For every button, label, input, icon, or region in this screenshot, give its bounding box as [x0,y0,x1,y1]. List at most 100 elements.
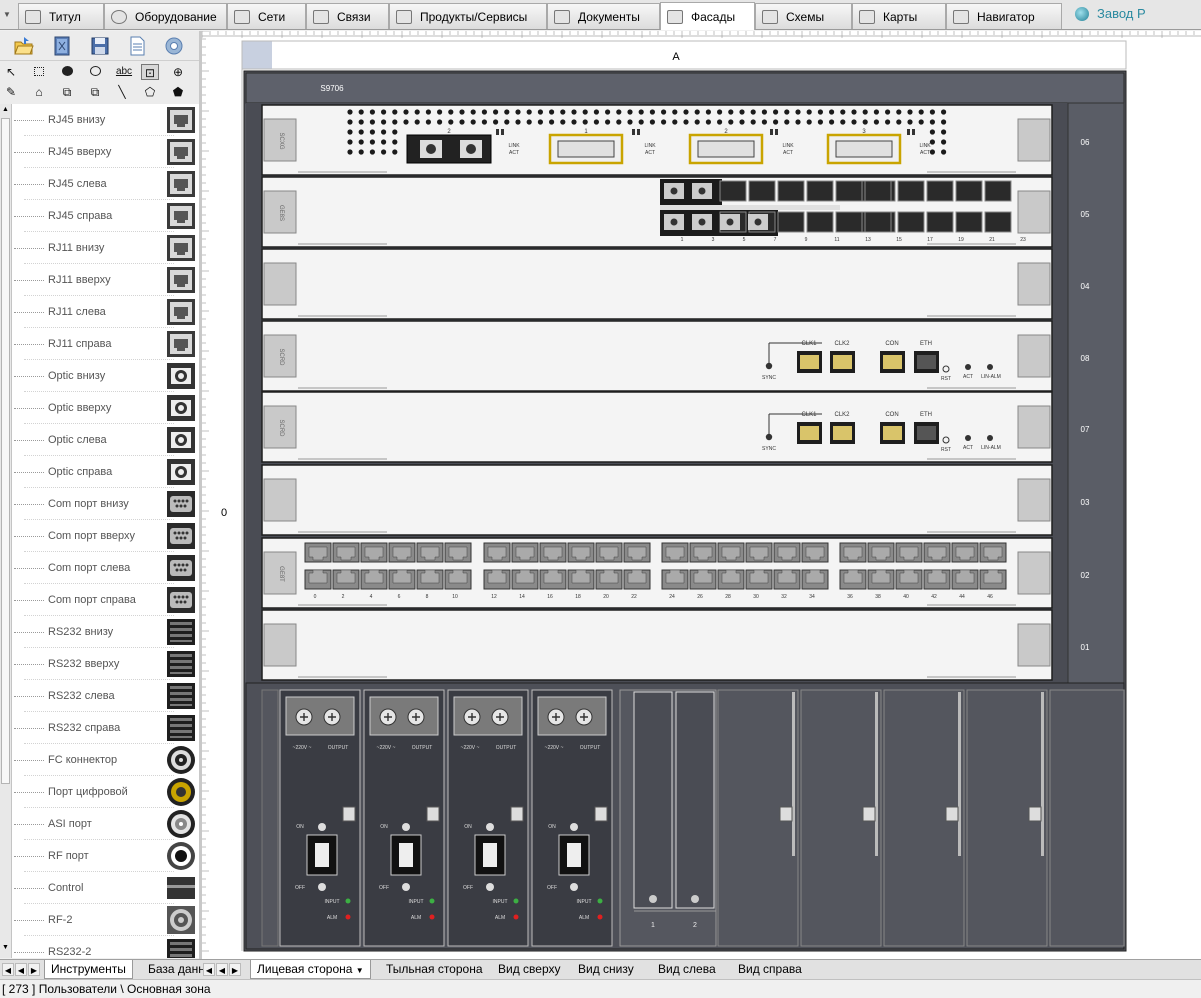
zoom-area-icon[interactable]: ⊡ [141,64,159,80]
palette-item[interactable]: RJ45 вверху [12,136,201,168]
sfp-port[interactable] [984,180,1012,202]
sfp-port[interactable] [955,211,983,233]
line-icon[interactable]: ╲ [113,84,131,100]
palette-item[interactable]: RJ45 справа [12,200,201,232]
book-icon[interactable] [52,36,72,56]
psu-module[interactable]: ~220V ~ OUTPUT ON OFF INPUT ALM [363,689,445,947]
palette-item[interactable]: RS232 слева [12,680,201,712]
sfp-port[interactable] [926,180,954,202]
rs-connector-icon[interactable] [165,617,197,647]
sfp-port[interactable] [806,211,834,233]
palette-item[interactable]: RF-2 [12,904,201,936]
sfp-port[interactable] [926,211,954,233]
tab-schemes[interactable]: Схемы [755,3,852,29]
group-icon[interactable]: ⧉ [58,84,76,100]
slot-02[interactable]: 02GE8T0 2 4 6 8 10 12 14 16 18 20 22 24 26 28 30 32 34 36 3… [261,537,1090,609]
blank-psu-bay[interactable] [966,689,1048,947]
tab-networks[interactable]: Сети [227,3,306,29]
tab-bottom-view[interactable]: Вид снизу [572,960,640,979]
com-connector-icon[interactable] [165,489,197,519]
dropdown-arrow-icon[interactable]: ▼ [3,10,11,19]
prev-tab-arrow[interactable]: ◀ [15,963,27,976]
sfp-port[interactable] [864,211,892,233]
rf2-connector-icon[interactable] [165,905,197,935]
palette-item[interactable]: Optic справа [12,456,201,488]
filled-polygon-icon[interactable]: ⬟ [169,84,187,100]
sfp-port[interactable] [835,211,863,233]
fan-module[interactable]: 1 [633,691,673,929]
sfp-port[interactable] [777,180,805,202]
rj-connector-icon[interactable] [165,105,197,135]
blank-psu-bay[interactable] [800,689,882,947]
rj-connector-icon[interactable] [165,329,197,359]
tab-documents[interactable]: Документы [547,3,660,29]
brand-tab[interactable]: Завод Р [1075,6,1146,21]
fc-connector-icon[interactable] [165,745,197,775]
select-rect-icon[interactable] [30,64,48,80]
palette-item[interactable]: RJ11 внизу [12,232,201,264]
rj-connector-icon[interactable] [165,201,197,231]
palette-item[interactable]: FC коннектор [12,744,201,776]
view-next-arrow[interactable]: ▶ [229,963,241,976]
sfp-port[interactable] [806,180,834,202]
blank-psu-bay[interactable] [717,689,799,947]
palette-scroll-thumb[interactable] [1,118,10,784]
palette-item[interactable]: RJ45 внизу [12,104,201,136]
sfp-port[interactable] [835,180,863,202]
slot-05[interactable]: 05GE8S1 3 5 7 9 11 13 15 17 19 21 23 [261,176,1090,248]
tab-products[interactable]: Продукты/Сервисы [389,3,547,29]
ellipse-icon[interactable] [86,64,104,80]
view-first-arrow[interactable]: ◀ [203,963,215,976]
sfp-port[interactable] [897,211,925,233]
rs-connector-icon[interactable] [165,649,197,679]
tab-facades[interactable]: Фасады [660,2,755,30]
com-connector-icon[interactable] [165,521,197,551]
palette-item[interactable]: Порт цифровой [12,776,201,808]
optic-connector-icon[interactable] [165,361,197,391]
sfp-port[interactable] [984,211,1012,233]
tab-top-view[interactable]: Вид сверху [492,960,567,979]
view-prev-arrow[interactable]: ◀ [216,963,228,976]
tab-front-view[interactable]: Лицевая сторона ▼ [250,960,371,979]
palette-item[interactable]: Optic внизу [12,360,201,392]
settings-icon[interactable] [164,36,184,56]
first-tab-arrow[interactable]: ◀ [2,963,14,976]
save-icon[interactable] [90,36,110,56]
psu-module[interactable]: ~220V ~ OUTPUT ON OFF INPUT ALM [279,689,361,947]
palette-item[interactable]: Optic слева [12,424,201,456]
tab-rear-view[interactable]: Тыльная сторона [380,960,489,979]
ungroup-icon[interactable]: ⧉ [86,84,104,100]
blank-psu-bay[interactable] [883,689,965,947]
sfp-port[interactable] [897,180,925,202]
polygon-icon[interactable]: ⬠ [141,84,159,100]
slot-07[interactable]: 07 SCRD SYNC CLK1 CLK2 CON ETH RST ACT LIN-ALM [261,391,1090,463]
palette-scrollbar[interactable]: ▲ ▼ [0,104,12,958]
tag-icon[interactable]: ⌂ [30,84,48,100]
tab-links[interactable]: Связи [306,3,389,29]
rj-connector-icon[interactable] [165,137,197,167]
slot-06[interactable]: 06SCXG2 1 2 3LINKACTLINKACTLINKACTLINKACT [261,104,1090,176]
tab-maps[interactable]: Карты [852,3,946,29]
digital-connector-icon[interactable] [165,777,197,807]
text-icon[interactable]: abc [113,64,135,80]
palette-item[interactable]: RJ45 слева [12,168,201,200]
tab-left-view[interactable]: Вид слева [652,960,722,979]
slot-01[interactable]: 01 [261,609,1090,681]
palette-item[interactable]: Com порт слева [12,552,201,584]
optic-connector-icon[interactable] [165,425,197,455]
sfp-port[interactable] [777,211,805,233]
document-icon[interactable] [127,36,147,56]
rj-connector-icon[interactable] [165,297,197,327]
rs-connector-icon[interactable] [165,713,197,743]
rj-connector-icon[interactable] [165,233,197,263]
palette-item[interactable]: Com порт внизу [12,488,201,520]
fan-module[interactable]: 2 [675,691,715,929]
pointer-icon[interactable]: ↖ [2,64,20,80]
slot-03[interactable]: 03 [261,464,1090,536]
palette-item[interactable]: RS232-2 [12,936,201,958]
chassis-s9706[interactable]: S970606SCXG2 1 2 3LINKACTLINKACTLINKACTLINK… [243,70,1127,952]
palette-item[interactable]: RS232 справа [12,712,201,744]
rj-connector-icon[interactable] [165,265,197,295]
rs-connector-icon[interactable] [165,681,197,711]
palette-item[interactable]: RS232 вверху [12,648,201,680]
